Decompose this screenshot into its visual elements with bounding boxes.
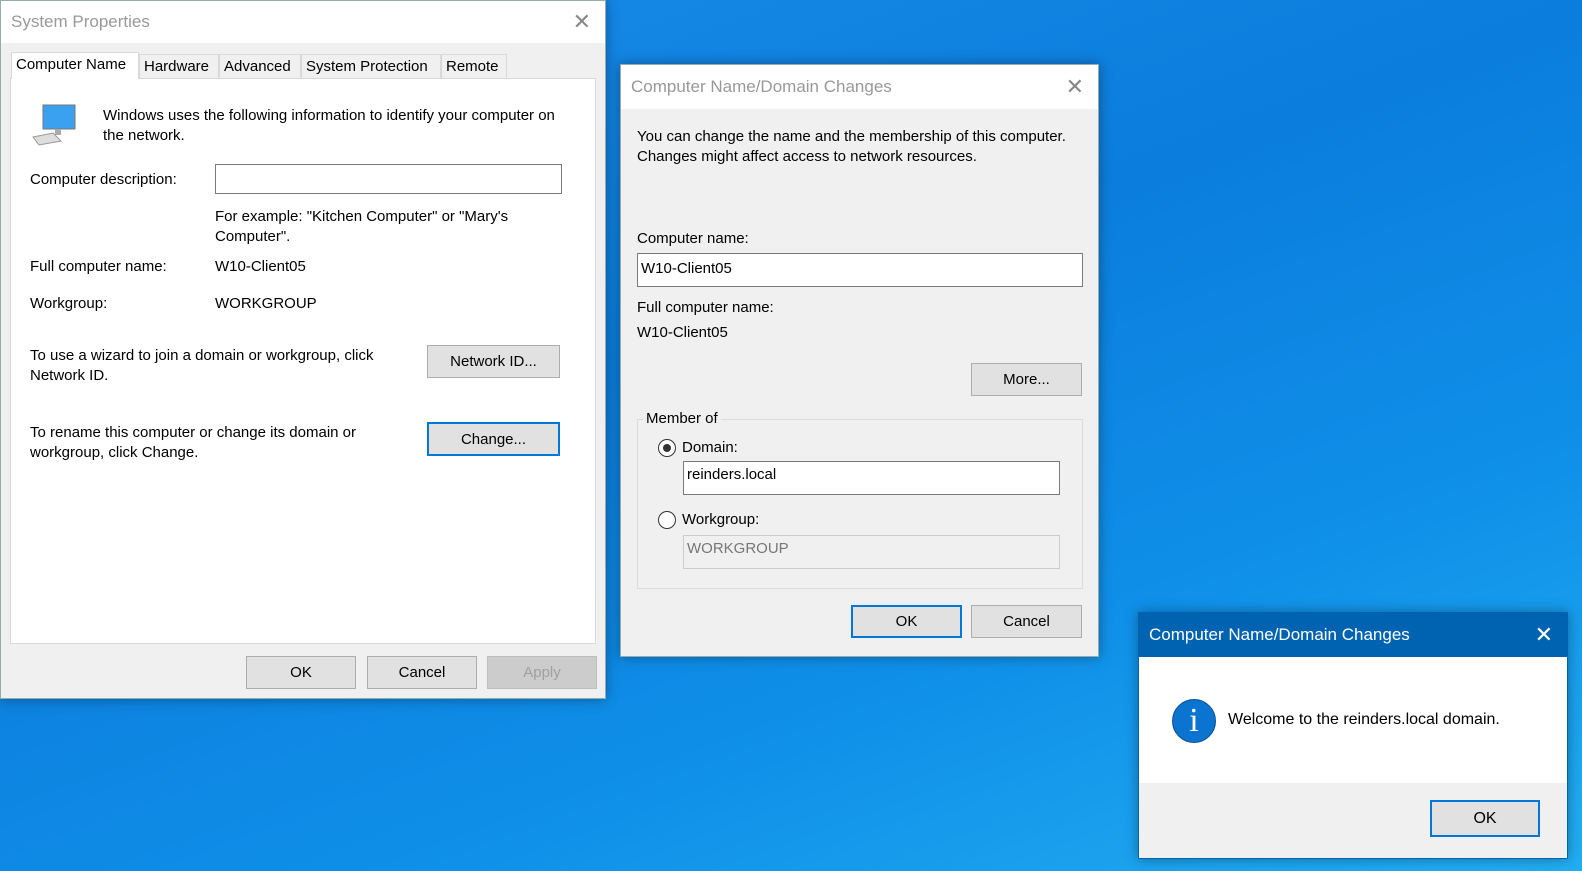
more-button[interactable]: More...	[971, 363, 1082, 396]
title-bar: Computer Name/Domain Changes ✕	[1139, 613, 1567, 657]
domain-changes-window: Computer Name/Domain Changes ✕ You can c…	[620, 64, 1099, 657]
network-id-text: To use a wizard to join a domain or work…	[30, 347, 374, 384]
tab-panel: Windows uses the following information t…	[10, 78, 596, 644]
full-name-label: Full computer name:	[637, 299, 774, 316]
workgroup-radio[interactable]	[658, 511, 676, 529]
computer-name-label: Computer name:	[637, 230, 749, 247]
welcome-dialog: Computer Name/Domain Changes ✕ i Welcome…	[1138, 612, 1568, 859]
apply-button[interactable]: Apply	[487, 656, 597, 689]
domain-label: Domain:	[682, 439, 738, 456]
domain-radio[interactable]	[658, 439, 676, 457]
title-bar: System Properties ✕	[1, 1, 605, 43]
window-title: Computer Name/Domain Changes	[631, 77, 892, 96]
computer-name-input[interactable]: W10-Client05	[637, 253, 1083, 287]
ok-button[interactable]: OK	[1430, 800, 1540, 837]
ok-button[interactable]: OK	[246, 656, 356, 689]
welcome-message: Welcome to the reinders.local domain.	[1228, 711, 1500, 728]
workgroup-input[interactable]: WORKGROUP	[683, 535, 1060, 569]
workgroup-label: Workgroup:	[682, 511, 760, 528]
message-area: i Welcome to the reinders.local domain.	[1139, 657, 1567, 783]
info-icon: i	[1172, 699, 1216, 743]
workgroup-value: WORKGROUP	[215, 295, 317, 312]
change-text: To rename this computer or change its do…	[30, 424, 356, 461]
intro-text: You can change the name and the membersh…	[637, 128, 1066, 165]
window-title: System Properties	[11, 12, 150, 31]
network-id-button[interactable]: Network ID...	[427, 345, 560, 378]
domain-input[interactable]: reinders.local	[683, 461, 1060, 495]
change-button[interactable]: Change...	[427, 422, 560, 456]
cancel-button[interactable]: Cancel	[367, 656, 477, 689]
intro-text: Windows uses the following information t…	[103, 107, 555, 144]
workgroup-label: Workgroup:	[30, 295, 108, 312]
tab-hardware[interactable]: Hardware	[139, 54, 219, 78]
full-name-value: W10-Client05	[637, 324, 728, 341]
computer-description-input[interactable]	[215, 164, 562, 194]
close-icon[interactable]: ✕	[573, 9, 591, 35]
tab-system-protection[interactable]: System Protection	[301, 54, 441, 78]
system-properties-window: System Properties ✕ Computer Name Hardwa…	[0, 0, 606, 699]
ok-button[interactable]: OK	[851, 605, 962, 638]
tab-computer-name[interactable]: Computer Name	[11, 52, 139, 79]
window-title: Computer Name/Domain Changes	[1149, 625, 1410, 644]
close-icon[interactable]: ✕	[1066, 74, 1084, 100]
member-of-label: Member of	[643, 410, 721, 427]
title-bar: Computer Name/Domain Changes ✕	[621, 65, 1098, 109]
example-text: For example: "Kitchen Computer" or "Mary…	[215, 208, 509, 245]
full-name-value: W10-Client05	[215, 258, 306, 275]
close-icon[interactable]: ✕	[1535, 622, 1553, 648]
tab-advanced[interactable]: Advanced	[219, 54, 301, 78]
description-label: Computer description:	[30, 171, 177, 188]
computer-icon	[32, 104, 76, 146]
cancel-button[interactable]: Cancel	[971, 605, 1082, 638]
full-name-label: Full computer name:	[30, 258, 167, 275]
tab-remote[interactable]: Remote	[441, 54, 507, 78]
